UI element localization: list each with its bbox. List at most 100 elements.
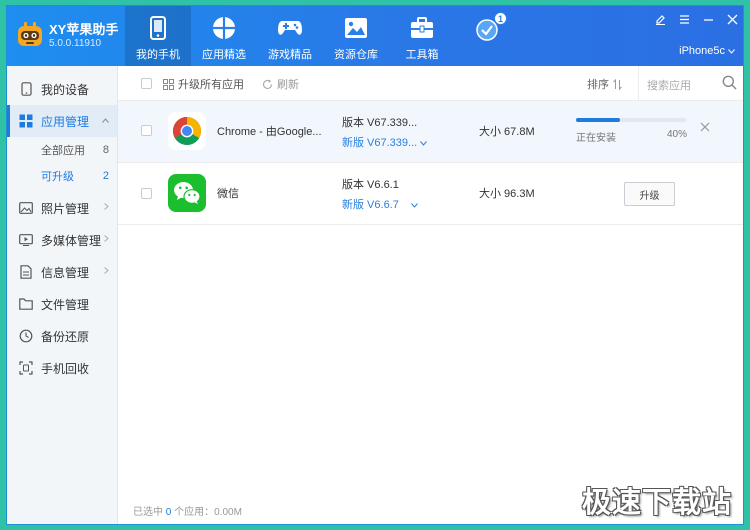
new-version-label: 新版 V67.339...: [342, 137, 418, 149]
apps-grid-small-icon: [163, 78, 174, 90]
sort-button[interactable]: 排序: [587, 76, 622, 92]
upgrade-all-button[interactable]: 升级所有应用: [163, 76, 244, 92]
new-version-label: 新版 V6.6.7: [342, 199, 399, 211]
sidebar-item-label: 信息管理: [41, 265, 90, 280]
app-row[interactable]: 微信 版本 V6.6.1 新版 V6.6.7 大小 96.3M 升级: [118, 163, 743, 225]
status-bar: 已选中 0 个应用：0.00M: [133, 503, 242, 518]
close-icon: [700, 122, 710, 132]
install-progress-text: 40%: [667, 129, 688, 140]
backup-icon: [19, 329, 33, 343]
message-icon: [19, 265, 33, 279]
refresh-label: 刷新: [277, 79, 299, 91]
sidebar-item-label: 应用管理: [41, 114, 90, 129]
tab-resources[interactable]: 资源仓库: [323, 6, 389, 66]
status-suffix: 个应用：0.00M: [174, 507, 242, 518]
download-manager-button[interactable]: 1: [455, 6, 521, 66]
install-status: 正在安装: [576, 133, 616, 144]
sidebar-item-label: 我的设备: [41, 82, 90, 97]
minimize-button[interactable]: [701, 12, 715, 26]
tab-toolbox[interactable]: 工具箱: [389, 6, 455, 66]
upgrade-button[interactable]: 升级: [624, 182, 675, 206]
new-version-dropdown[interactable]: 新版 V67.339...: [342, 134, 428, 150]
app-name: 微信: [217, 188, 239, 200]
tab-label: 游戏精品: [268, 49, 312, 61]
refresh-icon: [262, 78, 273, 89]
wechat-app-icon: [168, 174, 206, 212]
tab-label: 我的手机: [136, 49, 180, 61]
window-controls: [653, 12, 739, 26]
chevron-up-icon: [102, 115, 109, 125]
sidebar-item-label: 备份还原: [41, 329, 90, 344]
subitem-count: 8: [102, 144, 109, 156]
app-size: 大小 67.8M: [479, 126, 535, 138]
sidebar-item-app-manage[interactable]: 应用管理: [7, 105, 117, 137]
device-selector[interactable]: iPhone5c: [679, 45, 735, 57]
subitem-count: 2: [102, 170, 109, 182]
chevron-right-icon: [104, 266, 109, 276]
install-progress-bar: [576, 118, 686, 122]
sort-label: 排序: [587, 79, 609, 91]
tab-games[interactable]: 游戏精品: [257, 6, 323, 66]
sidebar-item-my-device[interactable]: 我的设备: [7, 73, 117, 105]
close-icon: [727, 14, 737, 24]
app-row[interactable]: Chrome - 由Google... 版本 V67.339... 新版 V67…: [118, 101, 743, 163]
sidebar: 我的设备 应用管理 全部应用 8 可升级 2 照片管理 多媒体管理 信息管理 文…: [7, 66, 118, 524]
search-icon: [722, 75, 737, 90]
sidebar-item-media[interactable]: 多媒体管理: [7, 224, 117, 256]
row-checkbox[interactable]: [141, 125, 152, 136]
image-icon: [343, 15, 369, 41]
app-name: XY苹果助手: [49, 22, 119, 37]
photo-icon: [19, 201, 33, 215]
new-version-dropdown[interactable]: 新版 V6.6.7: [342, 196, 418, 212]
sort-icon: [613, 78, 622, 90]
tab-label: 应用精选: [202, 49, 246, 61]
status-prefix: 已选中: [133, 507, 163, 518]
header-bar: XY苹果助手 5.0.0.11910 我的手机 应用精选 游戏精品 资源仓库 工…: [7, 6, 743, 66]
main-nav: 我的手机 应用精选 游戏精品 资源仓库 工具箱 1: [125, 6, 521, 66]
phone-icon: [145, 15, 171, 41]
minimize-icon: [703, 18, 713, 21]
toolbar: 升级所有应用 刷新 排序 搜索应用: [118, 66, 743, 101]
subitem-label: 全部应用: [41, 145, 85, 157]
menu-button[interactable]: [677, 12, 691, 26]
skin-button[interactable]: [653, 12, 667, 26]
sidebar-item-label: 多媒体管理: [41, 233, 102, 248]
app-window: XY苹果助手 5.0.0.11910 我的手机 应用精选 游戏精品 资源仓库 工…: [6, 5, 744, 525]
main-content: 升级所有应用 刷新 排序 搜索应用 Chrome - 由Google... 版本…: [118, 66, 743, 524]
subitem-label: 可升级: [41, 171, 74, 183]
sidebar-item-photos[interactable]: 照片管理: [7, 192, 117, 224]
install-progress-fill: [576, 118, 620, 122]
chevron-right-icon: [104, 202, 109, 212]
app-version: 5.0.0.11910: [49, 38, 102, 49]
edit-icon: [655, 14, 665, 25]
sidebar-item-label: 照片管理: [41, 201, 90, 216]
sidebar-item-files[interactable]: 文件管理: [7, 288, 117, 320]
sidebar-subitem-upgradable[interactable]: 可升级 2: [7, 163, 117, 189]
select-all-checkbox[interactable]: [141, 78, 152, 89]
selected-count: 0: [165, 507, 172, 518]
cancel-install-button[interactable]: [699, 121, 711, 133]
chrome-app-icon: [168, 112, 206, 150]
sidebar-item-recycle[interactable]: 手机回收: [7, 352, 117, 384]
site-watermark: 极速下载站: [581, 485, 732, 519]
chevron-down-icon: [420, 141, 428, 146]
row-checkbox[interactable]: [141, 188, 152, 199]
sidebar-item-messages[interactable]: 信息管理: [7, 256, 117, 288]
apps-grid-icon: [211, 15, 237, 41]
tab-label: 资源仓库: [334, 49, 378, 61]
close-window-button[interactable]: [725, 12, 739, 26]
tab-my-phone[interactable]: 我的手机: [125, 6, 191, 66]
chevron-right-icon: [104, 234, 109, 244]
tab-app-picks[interactable]: 应用精选: [191, 6, 257, 66]
gamepad-icon: [277, 15, 303, 41]
sidebar-subitem-all-apps[interactable]: 全部应用 8: [7, 137, 117, 163]
refresh-button[interactable]: 刷新: [262, 76, 299, 92]
search-box[interactable]: 搜索应用: [638, 66, 743, 101]
device-name: iPhone5c: [679, 45, 725, 57]
sidebar-item-backup[interactable]: 备份还原: [7, 320, 117, 352]
app-version: 版本 V6.6.1: [342, 179, 399, 191]
app-version: 版本 V67.339...: [342, 117, 418, 129]
app-name: Chrome - 由Google...: [217, 126, 322, 138]
upgrade-all-label: 升级所有应用: [178, 79, 244, 91]
search-input[interactable]: 搜索应用: [647, 77, 691, 93]
